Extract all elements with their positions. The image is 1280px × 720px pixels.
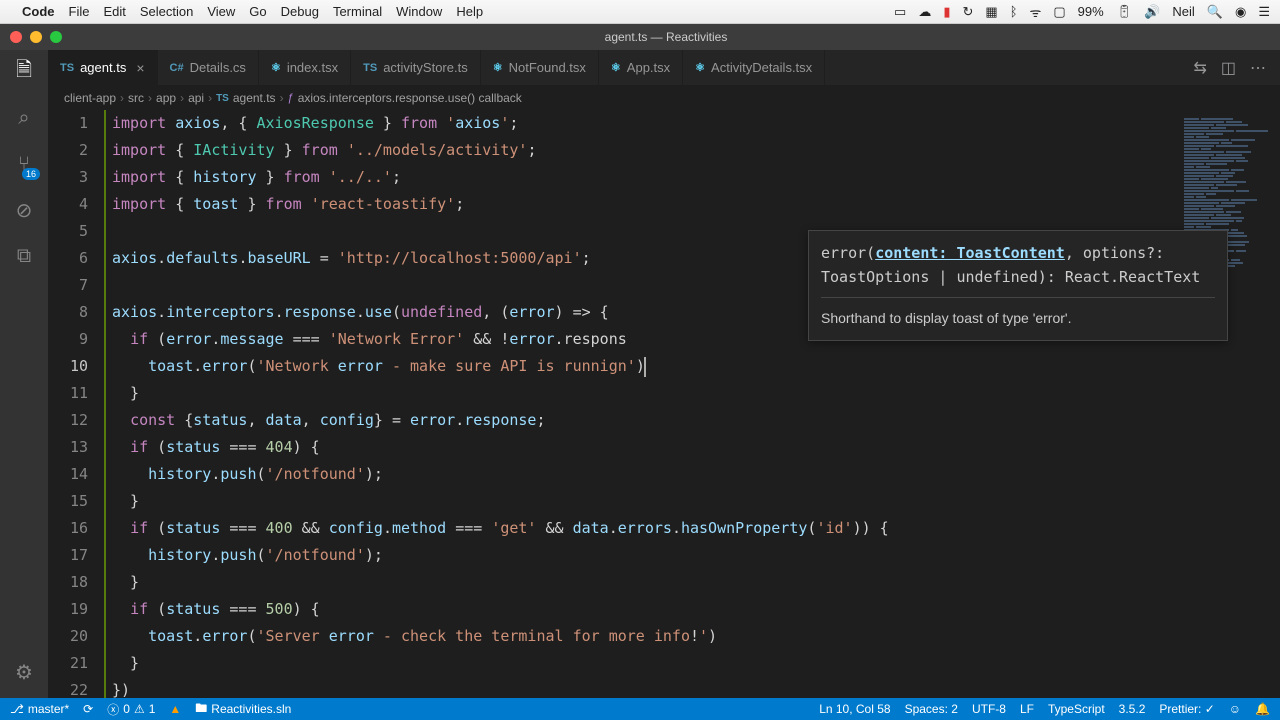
crumb[interactable]: agent.ts [233,91,276,105]
crumb[interactable]: app [156,91,176,105]
zoom-window-icon[interactable] [50,31,62,43]
bluetooth-icon[interactable]: ᛒ [1010,4,1018,19]
tab-label: App.tsx [627,60,670,75]
window-title: agent.ts — Reactivities [62,30,1270,44]
function-icon: ƒ [288,92,294,104]
menu-debug[interactable]: Debug [281,4,319,19]
battery-pct[interactable]: 99% [1078,4,1104,19]
flame-icon[interactable]: ▲ [169,702,181,716]
react-icon: ⚛ [271,61,281,74]
crumb[interactable]: client-app [64,91,116,105]
menu-window[interactable]: Window [396,4,442,19]
app-name[interactable]: Code [22,4,55,19]
tab-agent-ts[interactable]: TS agent.ts × [48,50,158,85]
tab-details-cs[interactable]: C# Details.cs [158,50,259,85]
sig-prefix: error( [821,244,875,262]
typescript-icon: TS [216,93,229,104]
traffic-lights[interactable] [10,31,62,43]
typescript-icon: TS [363,62,377,74]
timemachine-icon[interactable]: ↻ [962,4,973,20]
bell-icon[interactable]: 🔔 [1255,702,1270,716]
tray-icon[interactable]: ▭ [894,4,906,20]
cursor-position[interactable]: Ln 10, Col 58 [819,702,890,716]
tab-activitydetails-tsx[interactable]: ⚛ ActivityDetails.tsx [683,50,825,85]
menu-file[interactable]: File [69,4,90,19]
code-content[interactable]: import axios, { AxiosResponse } from 'ax… [104,110,1280,698]
more-actions-icon[interactable]: ⋯ [1250,58,1266,78]
editor-tabs: TS agent.ts × C# Details.cs ⚛ index.tsx … [0,50,1280,86]
tab-label: Details.cs [190,60,246,75]
sync-icon[interactable]: ⟳ [83,702,93,716]
user-name[interactable]: Neil [1172,4,1194,19]
crumb[interactable]: axios.interceptors.response.use() callba… [298,91,522,105]
source-control-icon[interactable]: ⑂16 [10,150,38,178]
tab-label: activityStore.ts [383,60,468,75]
tab-label: ActivityDetails.tsx [711,60,812,75]
react-icon: ⚛ [611,61,621,74]
encoding[interactable]: UTF-8 [972,702,1006,716]
react-icon: ⚛ [695,61,705,74]
eol[interactable]: LF [1020,702,1034,716]
menu-help[interactable]: Help [456,4,483,19]
menu-view[interactable]: View [207,4,235,19]
cloud-icon[interactable]: ☁ [918,4,931,20]
scm-badge: 16 [22,168,40,180]
solution-file[interactable]: 🖿 Reactivities.sln [195,699,291,720]
tab-activitystore-ts[interactable]: TS activityStore.ts [351,50,481,85]
extensions-icon[interactable]: ⧉ [10,242,38,270]
tab-notfound-tsx[interactable]: ⚛ NotFound.tsx [481,50,599,85]
tab-label: index.tsx [287,60,338,75]
tab-label: NotFound.tsx [509,60,586,75]
prettier-status[interactable]: Prettier: ✓ [1159,702,1214,716]
menu-terminal[interactable]: Terminal [333,4,382,19]
explorer-icon[interactable]: 🗎 [10,58,38,86]
grid-icon[interactable]: ▦ [985,4,997,20]
language-mode[interactable]: TypeScript [1048,702,1105,716]
activity-bar: 🗎 ⌕ ⑂16 ⊘ ⧉ ⚙ [0,50,48,698]
menu-edit[interactable]: Edit [103,4,125,19]
debug-icon[interactable]: ⊘ [10,196,38,224]
search-icon[interactable]: ⌕ [10,104,38,132]
record-icon[interactable]: ▮ [943,4,950,20]
ts-version[interactable]: 3.5.2 [1119,702,1146,716]
menu-selection[interactable]: Selection [140,4,193,19]
indent[interactable]: Spaces: 2 [905,702,958,716]
compare-changes-icon[interactable]: ⇆ [1193,58,1206,78]
close-window-icon[interactable] [10,31,22,43]
minimize-window-icon[interactable] [30,31,42,43]
tab-index-tsx[interactable]: ⚛ index.tsx [259,50,351,85]
siri-icon[interactable]: ◉ [1235,4,1246,20]
react-icon: ⚛ [493,61,503,74]
sig-active-param: content: ToastContent [875,244,1065,262]
settings-gear-icon[interactable]: ⚙ [10,658,38,686]
signature-help-tooltip: error(content: ToastContent, options?: T… [808,230,1228,341]
sig-description: Shorthand to display toast of type 'erro… [821,297,1215,330]
tab-label: agent.ts [80,60,126,75]
wifi-icon[interactable]: ᯤ [1030,3,1042,21]
close-icon[interactable]: × [136,60,144,76]
menu-go[interactable]: Go [249,4,266,19]
display-icon[interactable]: ▢ [1053,4,1065,20]
line-gutter: 12345678910111213141516171819202122 [48,110,104,698]
crumb[interactable]: src [128,91,144,105]
csharp-icon: C# [170,62,184,74]
problems[interactable]: ⓧ 0 ⚠ 1 [107,701,155,718]
menu-extras-icon[interactable]: ☰ [1258,4,1270,20]
split-editor-icon[interactable]: ◫ [1221,58,1236,78]
spotlight-icon[interactable]: 🔍 [1207,4,1223,20]
crumb[interactable]: api [188,91,204,105]
status-bar: ⎇ master* ⟳ ⓧ 0 ⚠ 1 ▲ 🖿 Reactivities.sln… [0,698,1280,720]
volume-icon[interactable]: 🔊 [1144,4,1160,20]
typescript-icon: TS [60,62,74,74]
battery-icon[interactable]: 🔋︎ [1116,4,1133,20]
code-editor[interactable]: 12345678910111213141516171819202122 impo… [48,110,1280,698]
breadcrumb[interactable]: client-app› src› app› api› TS agent.ts› … [0,86,1280,110]
tab-app-tsx[interactable]: ⚛ App.tsx [599,50,683,85]
macos-menubar: Code File Edit Selection View Go Debug T… [0,0,1280,24]
window-titlebar: agent.ts — Reactivities [0,24,1280,50]
git-branch[interactable]: ⎇ master* [10,702,69,716]
feedback-icon[interactable]: ☺ [1229,702,1241,716]
